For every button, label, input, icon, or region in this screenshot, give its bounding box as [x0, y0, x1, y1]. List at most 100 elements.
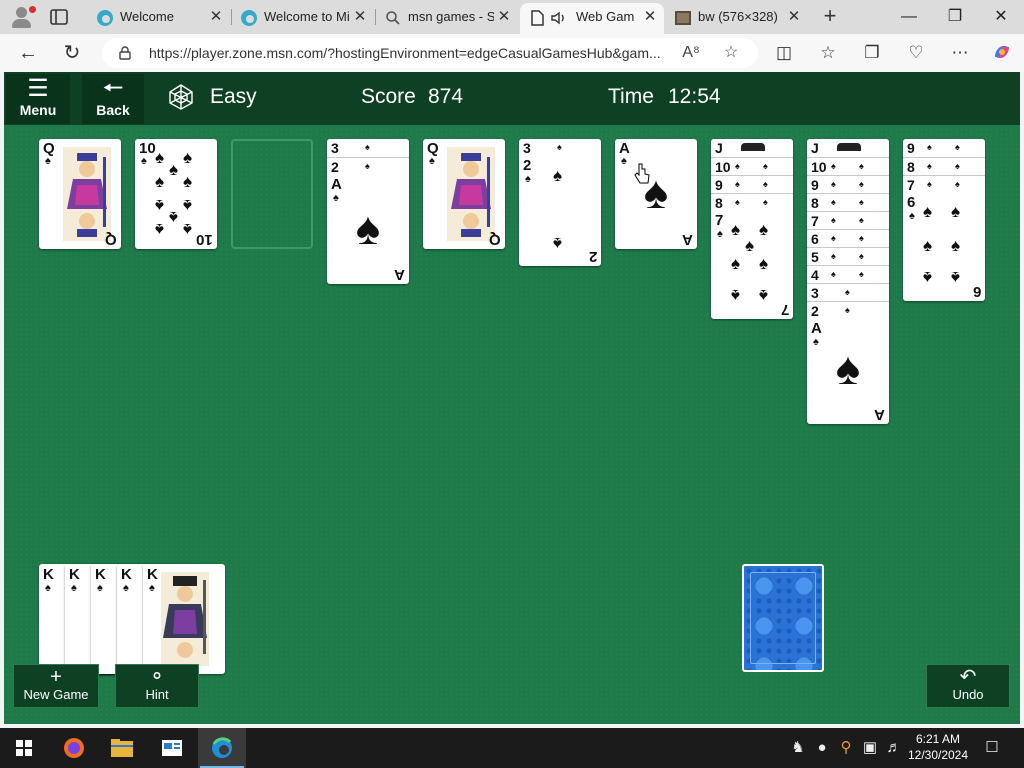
close-tab-icon[interactable]: ✕: [496, 3, 512, 30]
restore-button[interactable]: ❐: [940, 4, 970, 30]
completed-stack-king: K ♠: [143, 564, 225, 674]
card-ten-spades[interactable]: 10 ♠ ♠ ♠ ♠ ♠ ♠ ♠ ♠ ♠ ♠ ♠ 10: [135, 139, 217, 249]
card-five-spades[interactable]: 5 ♠ ♠: [807, 247, 889, 265]
windows-start-icon[interactable]: [0, 728, 48, 768]
card-jack-spades[interactable]: J: [711, 139, 793, 157]
jack-crown-icon: [837, 143, 861, 151]
card-seven-spades[interactable]: J 10 ♠ ♠ 9 ♠ ♠ 8 ♠ ♠ 7 ♠ ♠ ♠ ♠ ♠ ♠ ♠ ♠ 7: [711, 139, 793, 319]
queen-portrait-icon: [443, 145, 499, 243]
card-three-spades[interactable]: 3 ♠: [327, 139, 409, 157]
tab-label: Welcome to Mi: [264, 9, 350, 24]
big-spade-icon: ♠: [835, 342, 861, 394]
favorites-icon[interactable]: ☆: [816, 41, 840, 65]
split-screen-icon[interactable]: ◫: [772, 41, 796, 65]
queen-portrait-icon: [59, 145, 115, 243]
network-icon[interactable]: ▣: [860, 738, 880, 758]
score-value: 874: [428, 85, 464, 108]
edge-icon: [240, 9, 258, 27]
key-icon[interactable]: ⚲: [836, 738, 856, 758]
jack-crown-icon: [741, 143, 765, 151]
card-three-spades[interactable]: 3 ♠: [807, 283, 889, 301]
url-text[interactable]: https://player.zone.msn.com/?hostingEnvi…: [149, 38, 669, 68]
card-six-spades[interactable]: 6 ♠ ♠: [807, 229, 889, 247]
copilot-icon[interactable]: [990, 41, 1014, 65]
card-eight-spades[interactable]: 8 ♠ ♠: [807, 193, 889, 211]
column-9: J 10 ♠ ♠ 9 ♠ ♠ 8 ♠ ♠ 7 ♠ ♠ 6 ♠ ♠ 5 ♠ ♠ 4…: [807, 139, 889, 424]
collections-icon[interactable]: ❐: [860, 41, 884, 65]
page-icon: [528, 9, 546, 27]
card-ten-spades[interactable]: 10 ♠ ♠: [807, 157, 889, 175]
system-clock[interactable]: 6:21 AM 12/30/2024: [900, 731, 976, 763]
spider-web-icon: [166, 82, 196, 112]
new-tab-button[interactable]: +: [818, 5, 842, 29]
card-eight-spades[interactable]: 8 ♠ ♠: [903, 157, 985, 175]
tab-label: Web Game: [576, 9, 634, 24]
hamburger-menu-icon: ☰: [27, 75, 49, 102]
stock-deck[interactable]: [742, 564, 824, 672]
close-window-button[interactable]: ✕: [986, 4, 1016, 30]
card-nine-spades[interactable]: 9 ♠ ♠: [807, 175, 889, 193]
undo-icon: ↶: [959, 666, 977, 688]
minimize-button[interactable]: —: [894, 4, 924, 30]
notifications-icon[interactable]: ☐: [982, 738, 1002, 758]
column-10: 9 ♠ ♠ 8 ♠ ♠ 7 ♠ ♠ 6 ♠ ♠ ♠ ♠ ♠ ♠ ♠ 6: [903, 139, 985, 301]
favorite-star-icon[interactable]: ☆: [720, 42, 742, 64]
close-tab-icon[interactable]: ✕: [352, 3, 368, 30]
big-spade-icon: ♠: [355, 202, 381, 254]
firefox-icon[interactable]: [50, 728, 98, 768]
close-tab-icon[interactable]: ✕: [786, 3, 802, 30]
refresh-icon[interactable]: ↻: [58, 40, 86, 66]
tab-actions-icon[interactable]: [48, 7, 70, 27]
empty-column-slot[interactable]: [231, 139, 313, 249]
card-ace-spades[interactable]: 3 ♠ 2 ♠ A ♠ ♠ A: [327, 139, 409, 284]
image-icon: [674, 9, 692, 27]
back-button[interactable]: 🠔 Back: [82, 74, 144, 124]
tab-welcome-microsoft[interactable]: Welcome to Mi ✕: [232, 3, 374, 34]
card-two-spades[interactable]: 3 ♠ 2 ♠ ♠ ♠ 2: [519, 139, 601, 266]
card-queen-spades[interactable]: Q ♠ Q: [423, 139, 505, 249]
screen: Welcome ✕ Welcome to Mi ✕ msn games - Se…: [0, 0, 1024, 768]
card-three-spades[interactable]: 3 ♠: [519, 139, 601, 157]
card-jack-spades[interactable]: J: [807, 139, 889, 157]
card-eight-spades[interactable]: 8 ♠ ♠: [711, 193, 793, 211]
edge-icon[interactable]: [198, 728, 246, 768]
tab-image-bw[interactable]: bw (576×328) ✕: [666, 3, 808, 34]
column-4: 3 ♠ 2 ♠ A ♠ ♠ A: [327, 139, 409, 284]
card-ace-spades[interactable]: J 10 ♠ ♠ 9 ♠ ♠ 8 ♠ ♠ 7 ♠ ♠ 6 ♠ ♠ 5 ♠ ♠ 4…: [807, 139, 889, 424]
card-nine-spades[interactable]: 9 ♠ ♠: [903, 139, 985, 157]
read-aloud-icon[interactable]: A⁸: [680, 42, 702, 64]
card-four-spades[interactable]: 4 ♠ ♠: [807, 265, 889, 283]
address-bar[interactable]: https://player.zone.msn.com/?hostingEnvi…: [102, 38, 758, 68]
plus-icon: +: [50, 666, 62, 688]
undo-button[interactable]: ↶ Undo: [926, 664, 1010, 708]
close-tab-icon[interactable]: ✕: [642, 3, 658, 30]
card-seven-spades[interactable]: 7 ♠ ♠: [903, 175, 985, 193]
tab-web-game[interactable]: Web Game ✕: [520, 3, 664, 34]
card-two-spades[interactable]: 2 ♠: [807, 301, 889, 319]
profile-avatar-icon[interactable]: [8, 4, 36, 30]
browser-essentials-icon[interactable]: ♡: [904, 41, 928, 65]
card-nine-spades[interactable]: 9 ♠ ♠: [711, 175, 793, 193]
tab-msn-games-search[interactable]: msn games - Se ✕: [376, 3, 518, 34]
droplet-icon[interactable]: ●: [812, 738, 832, 758]
card-six-spades[interactable]: 9 ♠ ♠ 8 ♠ ♠ 7 ♠ ♠ 6 ♠ ♠ ♠ ♠ ♠ ♠ ♠ 6: [903, 139, 985, 301]
tab-label: bw (576×328): [698, 9, 778, 24]
back-arrow-icon[interactable]: ←: [14, 40, 42, 66]
file-explorer-icon[interactable]: [98, 728, 146, 768]
card-ace-spades[interactable]: A ♠ ♠ A: [615, 139, 697, 249]
card-seven-spades[interactable]: 7 ♠ ♠: [807, 211, 889, 229]
speaker-icon[interactable]: [550, 9, 568, 27]
card-two-spades[interactable]: 2 ♠: [327, 157, 409, 175]
more-options-icon[interactable]: ⋯: [948, 41, 972, 65]
close-tab-icon[interactable]: ✕: [208, 3, 224, 30]
new-game-button[interactable]: + New Game: [13, 664, 99, 708]
news-icon[interactable]: [148, 728, 196, 768]
hint-button[interactable]: ⚬ Hint: [115, 664, 199, 708]
lock-icon[interactable]: [119, 46, 131, 60]
network-people-icon[interactable]: ♞: [788, 738, 808, 758]
menu-button[interactable]: ☰ Menu: [6, 74, 70, 124]
card-queen-spades[interactable]: Q ♠ Q: [39, 139, 121, 249]
game-header: ☰ Menu 🠔 Back Easy Score 874 Time 12:54: [4, 72, 1020, 125]
tab-welcome[interactable]: Welcome ✕: [88, 3, 230, 34]
card-ten-spades[interactable]: 10 ♠ ♠: [711, 157, 793, 175]
